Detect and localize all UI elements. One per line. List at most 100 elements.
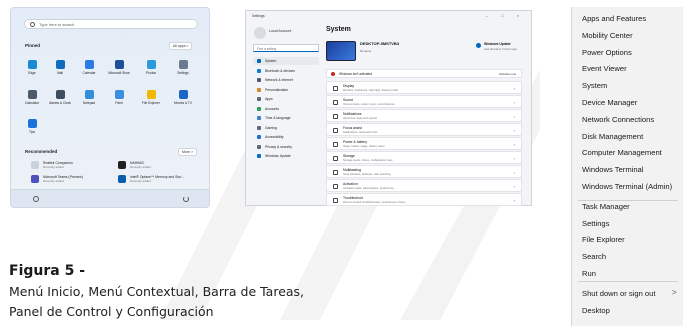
chevron-right-icon: › xyxy=(513,183,515,189)
settings-row[interactable]: Power & battery Sleep, battery usage, bat… xyxy=(326,137,522,150)
app-label: Notepad xyxy=(82,101,96,105)
start-search-box[interactable]: Type here to search xyxy=(24,19,198,29)
context-menu-item[interactable]: Network Connections xyxy=(582,115,654,124)
settings-row[interactable]: Display Monitors, brightness, night light… xyxy=(326,81,522,94)
recommended-text: NAHIMIC Recently added xyxy=(130,161,151,169)
pinned-app[interactable]: Edge xyxy=(20,60,44,80)
nav-item[interactable]: Windows Update xyxy=(253,152,319,160)
pinned-app[interactable]: Photos xyxy=(139,60,163,80)
context-menu-item[interactable]: Disk Management xyxy=(582,132,643,141)
nav-item[interactable]: Accessibility xyxy=(253,133,319,141)
recommended-item[interactable]: Microsoft Teams (Preview) Recently added xyxy=(31,175,83,183)
recommended-icon xyxy=(31,175,39,183)
activate-now-button[interactable]: Activate now xyxy=(499,72,516,76)
pinned-app[interactable]: Microsoft Store xyxy=(107,60,131,80)
context-menu-item[interactable]: Windows Terminal xyxy=(582,165,643,174)
settings-row[interactable]: Storage Storage space, drives, configurat… xyxy=(326,151,522,164)
recommended-item[interactable]: Realtek Companion Recently added xyxy=(31,161,73,169)
context-menu-item[interactable]: Computer Management xyxy=(582,148,662,157)
pinned-app[interactable]: Movies & TV xyxy=(171,90,195,110)
context-menu-item[interactable]: Mobility Center xyxy=(582,31,633,40)
figure-caption-line-2: Panel de Control y Configuración xyxy=(9,304,214,319)
recommended-item[interactable]: NAHIMIC Recently added xyxy=(118,161,151,169)
context-menu-item[interactable]: System xyxy=(582,81,607,90)
search-icon xyxy=(30,21,35,27)
context-menu-item[interactable]: Run xyxy=(582,269,596,278)
chevron-right-icon: › xyxy=(513,169,515,175)
pinned-app[interactable]: Calculator xyxy=(20,90,44,110)
activation-warning[interactable]: Windows isn't activated Activate now xyxy=(326,69,522,78)
recommended-sub: Recently added xyxy=(130,165,151,170)
context-menu-item[interactable]: Power Options xyxy=(582,48,632,57)
pinned-heading: Pinned xyxy=(25,43,41,48)
pinned-app[interactable]: Calendar xyxy=(77,60,101,80)
figure-title: Figura 5 - xyxy=(9,263,86,279)
context-menu-item[interactable]: Event Viewer xyxy=(582,64,627,73)
context-menu-item[interactable]: Desktop xyxy=(582,306,610,315)
windows-update-sub: Last checked: 2 hours ago xyxy=(484,47,517,51)
nav-label: Windows Update xyxy=(265,154,291,158)
nav-item[interactable]: Network & internet xyxy=(253,76,319,84)
app-label: Microsoft Store xyxy=(108,71,130,75)
all-apps-button[interactable]: All apps > xyxy=(169,42,193,50)
windows-update-icon xyxy=(476,43,481,48)
pinned-app[interactable]: File Explorer xyxy=(139,90,163,110)
context-menu-item[interactable]: Search xyxy=(582,252,606,261)
context-menu-item[interactable]: Windows Terminal (Admin) xyxy=(582,182,672,191)
nav-item[interactable]: Time & language xyxy=(253,114,319,122)
nav-item[interactable]: Gaming xyxy=(253,124,319,132)
nav-item[interactable]: Bluetooth & devices xyxy=(253,67,319,75)
app-icon xyxy=(114,90,124,99)
nav-item[interactable]: Privacy & security xyxy=(253,143,319,151)
row-subtitle: Snap windows, desktops, task switching xyxy=(343,173,391,176)
nav-item[interactable]: System xyxy=(253,57,319,65)
nav-icon xyxy=(257,68,261,73)
settings-row[interactable]: Multitasking Snap windows, desktops, task… xyxy=(326,165,522,178)
settings-row[interactable]: Sound Volume levels, output, input, sound… xyxy=(326,95,522,108)
context-menu-item[interactable]: Shut down or sign out xyxy=(582,289,655,298)
pinned-app[interactable]: Mail xyxy=(48,60,72,80)
nav-item[interactable]: Apps xyxy=(253,95,319,103)
nav-item[interactable]: Personalization xyxy=(253,86,319,94)
app-label: Paint xyxy=(115,101,123,105)
chevron-right-icon: › xyxy=(513,155,515,161)
context-menu-item[interactable]: File Explorer xyxy=(582,235,625,244)
nav-label: Apps xyxy=(265,97,273,101)
nav-item[interactable]: Accounts xyxy=(253,105,319,113)
nav-label: Gaming xyxy=(265,125,277,130)
context-menu-item[interactable]: Device Manager xyxy=(582,98,637,107)
context-menu-item[interactable]: Apps and Features xyxy=(582,14,646,23)
settings-row[interactable]: Troubleshoot Recommended troubleshooters,… xyxy=(326,193,522,206)
settings-row[interactable]: Notifications Alerts from apps and system… xyxy=(326,109,522,122)
user-avatar-icon[interactable] xyxy=(33,196,39,202)
app-icon xyxy=(55,60,65,69)
nav-label: Bluetooth & devices xyxy=(265,68,295,73)
chevron-right-icon: › xyxy=(513,141,515,147)
recommended-sub: Recently added xyxy=(43,179,64,184)
window-controls[interactable]: – □ × xyxy=(486,13,525,18)
row-title: Power & battery xyxy=(343,140,368,144)
windows-update-title[interactable]: Windows Update xyxy=(484,42,511,46)
chevron-right-icon: › xyxy=(513,85,515,91)
settings-row[interactable]: Activation Activation state, subscription… xyxy=(326,179,522,192)
row-title: Notifications xyxy=(343,112,362,116)
pinned-app[interactable]: Tips xyxy=(20,119,44,139)
pinned-app[interactable]: Notepad xyxy=(77,90,101,110)
power-icon[interactable] xyxy=(183,196,189,202)
pinned-app[interactable]: Settings xyxy=(171,60,195,80)
find-setting-input[interactable]: Find a setting xyxy=(253,44,319,52)
page-title: System xyxy=(326,26,351,33)
pinned-app[interactable]: Paint xyxy=(107,90,131,110)
context-menu-item[interactable]: Task Manager xyxy=(582,202,630,211)
app-icon xyxy=(146,90,156,99)
settings-row[interactable]: Focus assist Notifications, automatic rul… xyxy=(326,123,522,136)
app-label: Movies & TV xyxy=(173,101,192,105)
recommended-text: Microsoft Teams (Preview) Recently added xyxy=(43,175,83,183)
pinned-app[interactable]: Alarms & Clock xyxy=(48,90,72,110)
more-button[interactable]: More > xyxy=(178,148,197,156)
system-hero: DESKTOP-5MSTVB3 Rename Windows Update La… xyxy=(326,39,522,65)
rename-link[interactable]: Rename xyxy=(360,49,371,53)
recommended-icon xyxy=(118,175,126,183)
recommended-item[interactable]: Intel® Optane™ Memory and Stor... Recentl… xyxy=(118,175,184,183)
context-menu-item[interactable]: Settings xyxy=(582,219,609,228)
